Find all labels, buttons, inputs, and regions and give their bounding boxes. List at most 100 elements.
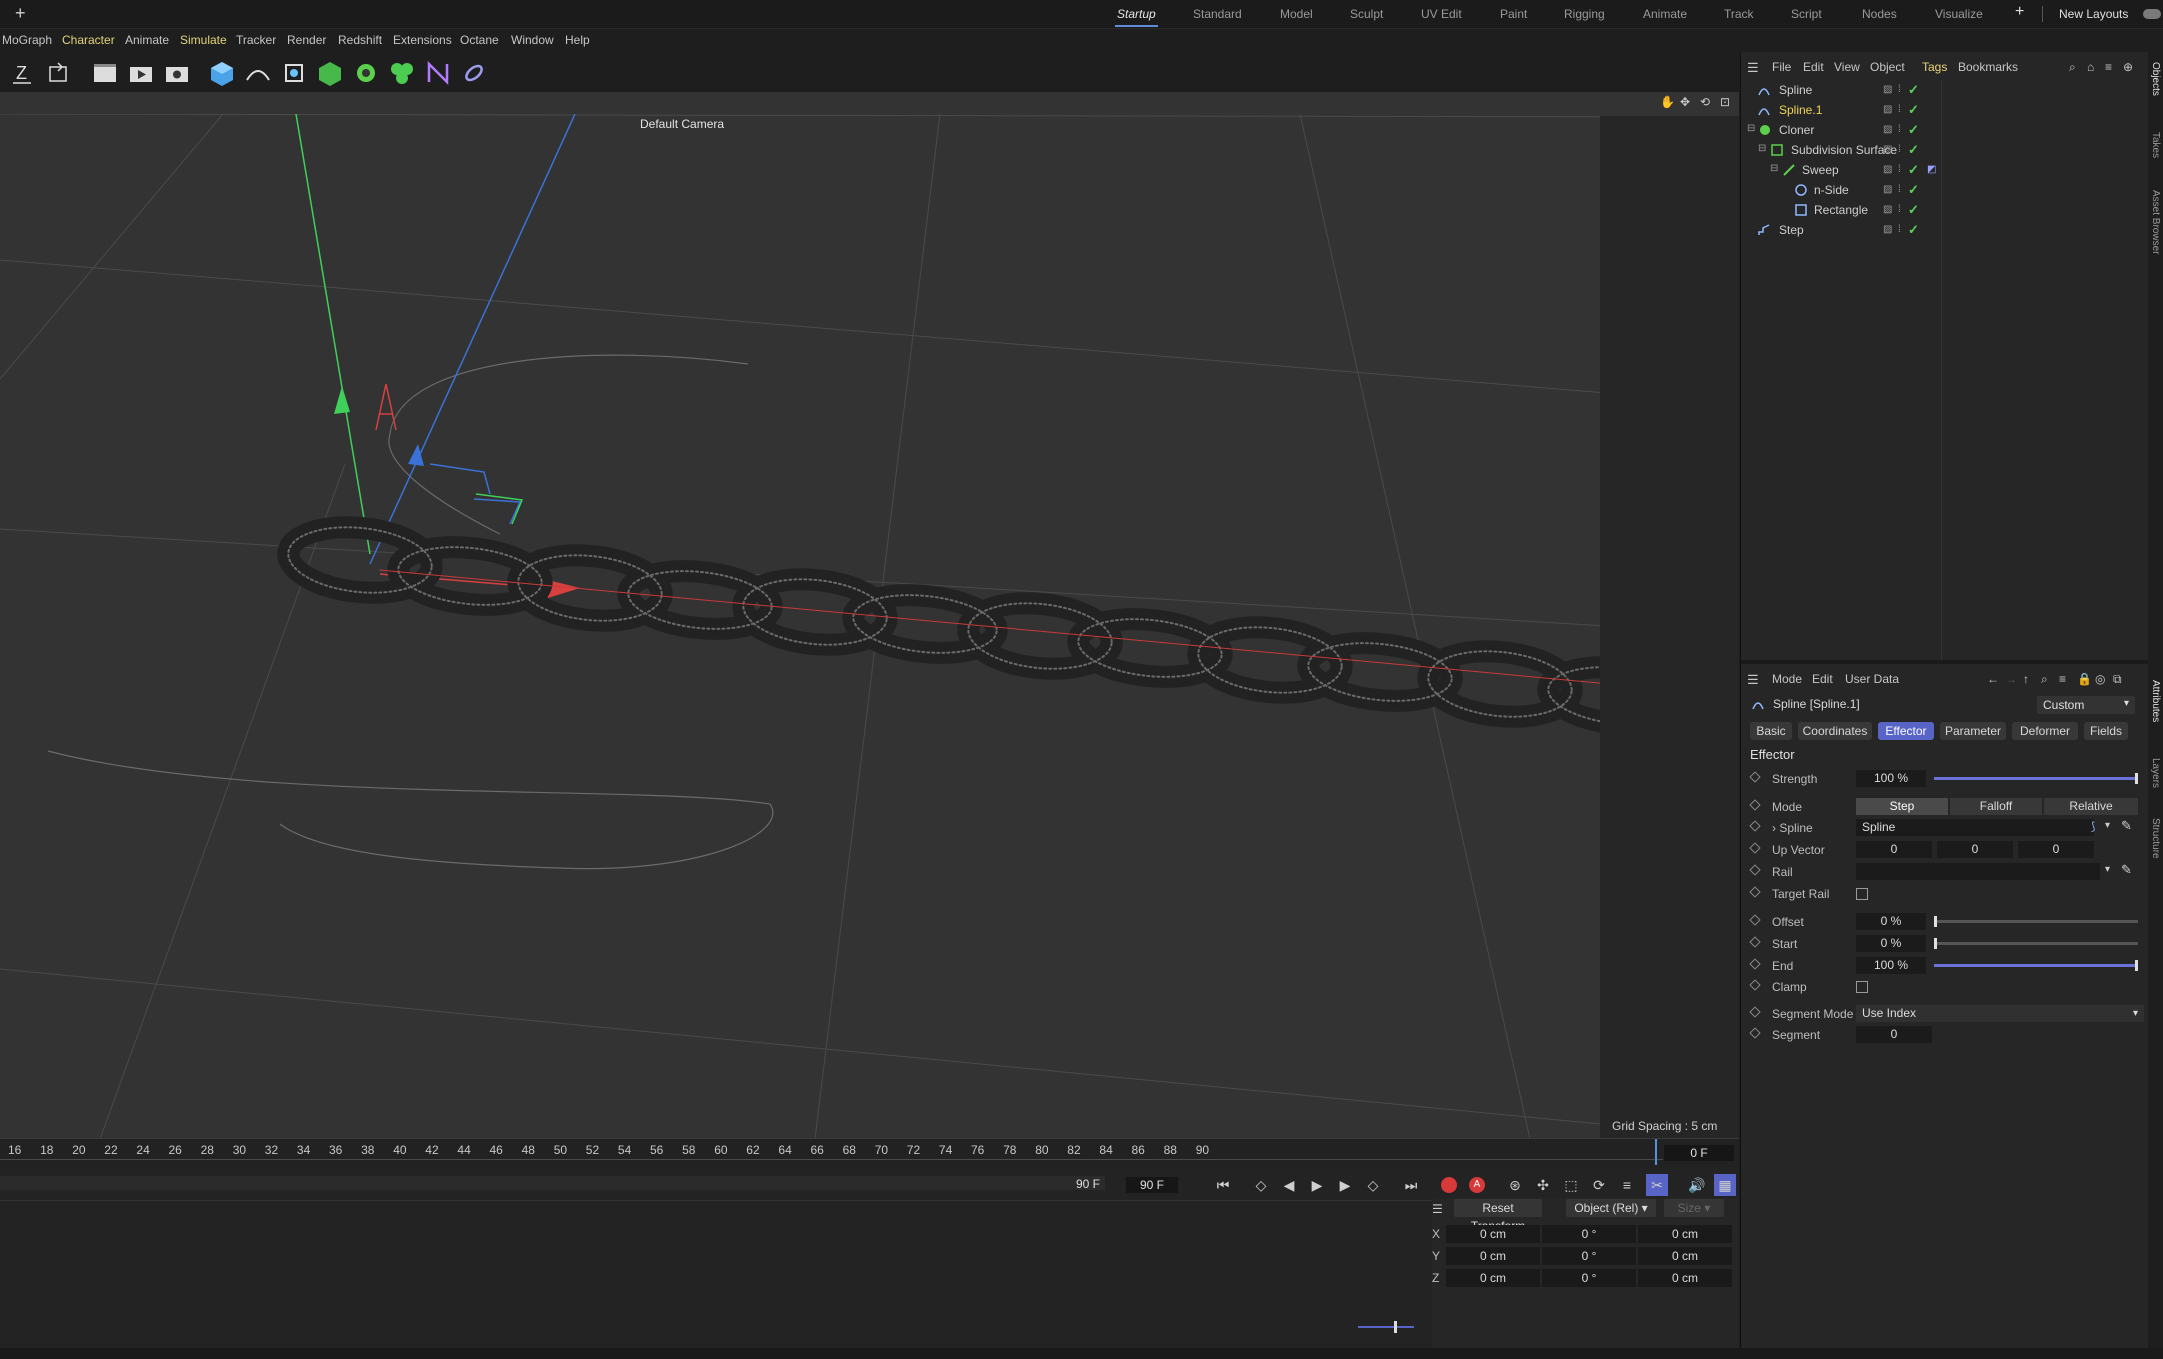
layout-tab-visualize[interactable]: Visualize	[1935, 7, 1983, 21]
object-row-spline-1[interactable]: Spline.1 ▨ ⁞ ✓	[1741, 100, 2147, 120]
panel-menu-icon[interactable]: ☰	[1747, 672, 1759, 688]
rail-link-field[interactable]	[1856, 863, 2100, 880]
objects-menu-object[interactable]: Object	[1870, 60, 1905, 74]
cloner-icon[interactable]	[351, 58, 381, 88]
segment-field[interactable]: 0	[1856, 1026, 1932, 1043]
visibility-dots-icon[interactable]: ⁞	[1898, 204, 1901, 215]
prev-frame-icon[interactable]: ◀	[1278, 1174, 1300, 1196]
start-field[interactable]: 0 %	[1856, 935, 1926, 952]
lock-icon[interactable]: ▨	[1883, 104, 1892, 115]
chevron-down-icon[interactable]: ▾	[2105, 820, 2110, 831]
start-slider[interactable]	[1934, 938, 2138, 949]
object-row-rectangle[interactable]: Rectangle ▨ ⁞ ✓	[1741, 200, 2147, 220]
playhead[interactable]	[1655, 1139, 1657, 1165]
record-icon[interactable]	[1438, 1174, 1460, 1196]
menu-help[interactable]: Help	[565, 33, 590, 47]
rotate-view-icon[interactable]: ⟲	[1700, 95, 1710, 109]
point-level-icon[interactable]: ✂	[1646, 1174, 1668, 1196]
side-tab-objects[interactable]: Objects	[2150, 62, 2161, 96]
timeline-mode-icon[interactable]: ▦	[1714, 1174, 1736, 1196]
picker-icon[interactable]: ✎	[2121, 818, 2132, 834]
go-to-start-icon[interactable]: ⏮	[1212, 1174, 1234, 1196]
lock-icon[interactable]: 🔒	[2077, 672, 2092, 686]
layout-tab-startup[interactable]: Startup	[1115, 7, 1158, 27]
search-icon[interactable]: ⌕	[2041, 672, 2048, 687]
tab-fields[interactable]: Fields	[2084, 722, 2128, 740]
enabled-check-icon[interactable]: ✓	[1908, 142, 1919, 158]
autokey-icon[interactable]: A	[1466, 1174, 1488, 1196]
clamp-checkbox[interactable]	[1856, 981, 1868, 993]
side-tab-layers[interactable]: Layers	[2150, 758, 2161, 788]
sound-icon[interactable]: 🔊	[1686, 1174, 1708, 1196]
layout-tab-nodes[interactable]: Nodes	[1862, 7, 1897, 21]
up-vector-x-field[interactable]: 0	[1856, 841, 1932, 858]
offset-slider[interactable]	[1934, 916, 2138, 927]
size-x-field[interactable]: 0 cm	[1638, 1225, 1732, 1243]
mode-falloff-button[interactable]: Falloff	[1950, 798, 2042, 815]
side-tab-structure[interactable]: Structure	[2150, 818, 2161, 859]
end-slider[interactable]	[1934, 960, 2138, 971]
settings-icon[interactable]: ◎	[2095, 672, 2105, 686]
menu-octane[interactable]: Octane	[460, 33, 499, 47]
render-icon[interactable]	[126, 58, 156, 88]
attr-menu-edit[interactable]: Edit	[1812, 672, 1833, 686]
keyframe-diamond-icon[interactable]	[1749, 864, 1761, 876]
size-dropdown[interactable]: Size ▾	[1664, 1199, 1724, 1217]
forward-icon[interactable]: →	[2005, 672, 2017, 686]
menu-render[interactable]: Render	[287, 33, 326, 47]
position-key-icon[interactable]: ✣	[1532, 1174, 1554, 1196]
mode-relative-button[interactable]: Relative	[2044, 798, 2138, 815]
keyframe-diamond-icon[interactable]	[1749, 799, 1761, 811]
collapse-icon[interactable]: ⊟	[1770, 163, 1778, 174]
visibility-dots-icon[interactable]: ⁞	[1898, 104, 1901, 115]
collapse-icon[interactable]: ⊟	[1758, 143, 1766, 154]
objects-menu-file[interactable]: File	[1772, 60, 1791, 74]
search-icon[interactable]: ⌕	[2069, 60, 2076, 75]
reset-transform-button[interactable]: Reset Transform	[1454, 1199, 1542, 1233]
lock-icon[interactable]: ▨	[1883, 124, 1892, 135]
camera-label[interactable]: Default Camera	[640, 117, 724, 131]
up-icon[interactable]: ↑	[2023, 672, 2029, 686]
picker-icon[interactable]: ✎	[2121, 862, 2132, 878]
generator-icon[interactable]	[279, 58, 309, 88]
move-view-icon[interactable]: ✥	[1680, 95, 1690, 109]
lock-icon[interactable]: ▨	[1883, 84, 1892, 95]
keyframe-icon[interactable]: ⊛	[1504, 1174, 1526, 1196]
layout-tab-animate[interactable]: Animate	[1643, 7, 1687, 21]
collapse-icon[interactable]: ⊟	[1747, 123, 1755, 134]
layout-tab-paint[interactable]: Paint	[1500, 7, 1527, 21]
render-settings-icon[interactable]	[162, 58, 192, 88]
position-y-field[interactable]: 0 cm	[1446, 1247, 1540, 1265]
field-icon[interactable]	[387, 58, 417, 88]
layout-tab-sculpt[interactable]: Sculpt	[1350, 7, 1383, 21]
chevron-right-icon[interactable]: ›	[1772, 821, 1776, 835]
keyframe-diamond-icon[interactable]	[1749, 936, 1761, 948]
visibility-dots-icon[interactable]: ⁞	[1898, 84, 1901, 95]
enabled-check-icon[interactable]: ✓	[1908, 102, 1919, 118]
visibility-dots-icon[interactable]: ⁞	[1898, 184, 1901, 195]
spline-link-field[interactable]: Spline	[1856, 819, 2094, 836]
visibility-dots-icon[interactable]: ⁞	[1898, 224, 1901, 235]
keyframe-diamond-icon[interactable]	[1749, 979, 1761, 991]
mode-step-button[interactable]: Step	[1856, 798, 1948, 815]
pan-icon[interactable]: ✋	[1660, 95, 1675, 109]
layout-tab-uv-edit[interactable]: UV Edit	[1421, 7, 1462, 21]
back-icon[interactable]: ←	[1987, 672, 1999, 686]
object-row-step[interactable]: Step ▨ ⁞ ✓	[1741, 220, 2147, 240]
enabled-check-icon[interactable]: ✓	[1908, 82, 1919, 98]
parameter-key-icon[interactable]: ≡	[1616, 1174, 1638, 1196]
chevron-down-icon[interactable]: ▾	[2105, 864, 2110, 875]
size-z-field[interactable]: 0 cm	[1638, 1269, 1732, 1287]
rotation-y-field[interactable]: 0 °	[1542, 1247, 1636, 1265]
play-icon[interactable]: ▶	[1306, 1174, 1328, 1196]
current-frame-field[interactable]: 0 F	[1664, 1145, 1734, 1161]
tab-effector[interactable]: Effector	[1878, 722, 1934, 740]
tab-coordinates[interactable]: Coordinates	[1798, 722, 1872, 740]
object-row-n-side[interactable]: n-Side ▨ ⁞ ✓	[1741, 180, 2147, 200]
zoom-slider[interactable]	[1358, 1321, 1414, 1333]
phong-tag-icon[interactable]: ◩	[1927, 164, 1936, 175]
tab-basic[interactable]: Basic	[1750, 722, 1792, 740]
side-tab-asset-browser[interactable]: Asset Browser	[2150, 190, 2161, 254]
position-x-field[interactable]: 0 cm	[1446, 1225, 1540, 1243]
filter-icon[interactable]: ≡	[2059, 672, 2066, 686]
